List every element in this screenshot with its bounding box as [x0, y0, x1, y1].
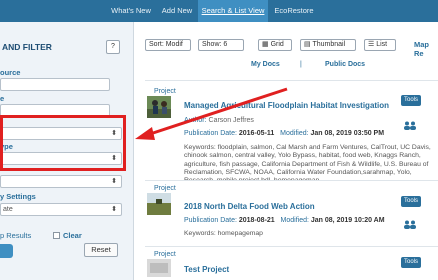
- show-select[interactable]: Show: 6: [198, 39, 244, 51]
- tab-add-new[interactable]: Add New: [160, 0, 194, 22]
- modified-label: Modified:: [280, 217, 309, 224]
- tools-button[interactable]: Tools: [401, 196, 421, 207]
- list-item[interactable]: Project 2018 North Delta Food Web Action…: [145, 180, 438, 246]
- thumbnail-view-button[interactable]: ▤ Thumbnail: [300, 39, 356, 51]
- reset-button[interactable]: Reset: [84, 243, 118, 257]
- grid-view-button[interactable]: ▦ Grid: [258, 39, 292, 51]
- filter-panel-title: AND FILTER: [2, 42, 52, 52]
- search-button[interactable]: [0, 244, 13, 258]
- tab-public-docs[interactable]: Public Docs: [325, 61, 365, 68]
- publication-date-label: Publication Date:: [184, 130, 237, 137]
- publication-date-label: Publication Date:: [184, 217, 237, 224]
- date-row: Publication Date: 2018-08-21 Modified: J…: [184, 217, 385, 224]
- item-type: Project: [154, 185, 176, 192]
- publication-date: 2016-05-11: [238, 130, 275, 137]
- doc-tab-separator: |: [300, 61, 302, 68]
- people-icon: [404, 121, 416, 130]
- display-settings-label: y Settings: [0, 192, 36, 201]
- map-results-link[interactable]: Map Re: [414, 40, 438, 58]
- item-type: Project: [154, 88, 176, 95]
- author-label: Author:: [184, 117, 207, 124]
- display-settings-select[interactable]: ate ⬍: [0, 203, 122, 216]
- grid-view-label: Grid: [270, 41, 284, 48]
- clear-label[interactable]: Clear: [63, 231, 82, 240]
- project-thumbnail: [147, 259, 171, 277]
- thumbnail-icon: ▤: [304, 41, 311, 48]
- modified-date: Jan 08, 2019 10:20 AM: [310, 217, 385, 224]
- display-settings-value: ate: [3, 206, 13, 213]
- annotation-highlight-box: [0, 115, 126, 171]
- clear-checkbox[interactable]: [53, 232, 60, 239]
- list-item[interactable]: Project Test Project Tools: [145, 246, 438, 280]
- tab-search-list-view[interactable]: Search & List View: [198, 0, 268, 22]
- top-nav: What's New Add New Search & List View Ec…: [0, 0, 438, 22]
- item-title[interactable]: Managed Agricultural Floodplain Habitat …: [184, 101, 389, 110]
- item-title[interactable]: Test Project: [184, 265, 229, 274]
- list-item[interactable]: Project Managed Agricultural Floodplain …: [145, 80, 438, 184]
- date-row: Publication Date: 2016-05-11 Modified: J…: [184, 130, 384, 137]
- list-view-label: List: [376, 41, 388, 48]
- chevron-down-icon: ⬍: [111, 178, 117, 185]
- tools-button[interactable]: Tools: [401, 257, 421, 268]
- chevron-down-icon: ⬍: [111, 206, 117, 213]
- grid-icon: ▦: [262, 41, 269, 48]
- tab-my-docs[interactable]: My Docs: [251, 61, 280, 68]
- sort-select-label: Sort: Modif: [149, 41, 183, 48]
- author-value: Carson Jeffres: [208, 117, 254, 124]
- project-thumbnail: [147, 193, 171, 215]
- list-view-button[interactable]: ☰ List: [364, 39, 396, 51]
- subtype-select[interactable]: ⬍: [0, 175, 122, 188]
- filter-label: e: [0, 94, 5, 103]
- show-select-label: Show: 6: [202, 41, 228, 48]
- item-type: Project: [154, 251, 176, 258]
- list-icon: ☰: [368, 41, 375, 48]
- item-title[interactable]: 2018 North Delta Food Web Action: [184, 202, 315, 211]
- thumbnail-view-label: Thumbnail: [312, 41, 346, 48]
- keywords: Keywords: homepagemap: [184, 230, 263, 237]
- publication-date: 2018-08-21: [238, 217, 275, 224]
- tools-button[interactable]: Tools: [401, 95, 421, 106]
- map-results-label: p Results: [0, 231, 32, 240]
- tab-whats-new[interactable]: What's New: [102, 0, 160, 22]
- source-label: ource: [0, 68, 21, 77]
- tab-ecorestore[interactable]: EcoRestore: [272, 0, 316, 22]
- people-icon: [404, 220, 416, 229]
- author-row: Author: Carson Jeffres: [184, 117, 254, 124]
- sort-select[interactable]: Sort: Modif: [145, 39, 191, 51]
- project-thumbnail: [147, 96, 171, 118]
- modified-label: Modified:: [280, 130, 309, 137]
- source-input[interactable]: [0, 78, 110, 91]
- help-button[interactable]: ?: [106, 40, 120, 54]
- modified-date: Jan 08, 2019 03:50 PM: [310, 130, 385, 137]
